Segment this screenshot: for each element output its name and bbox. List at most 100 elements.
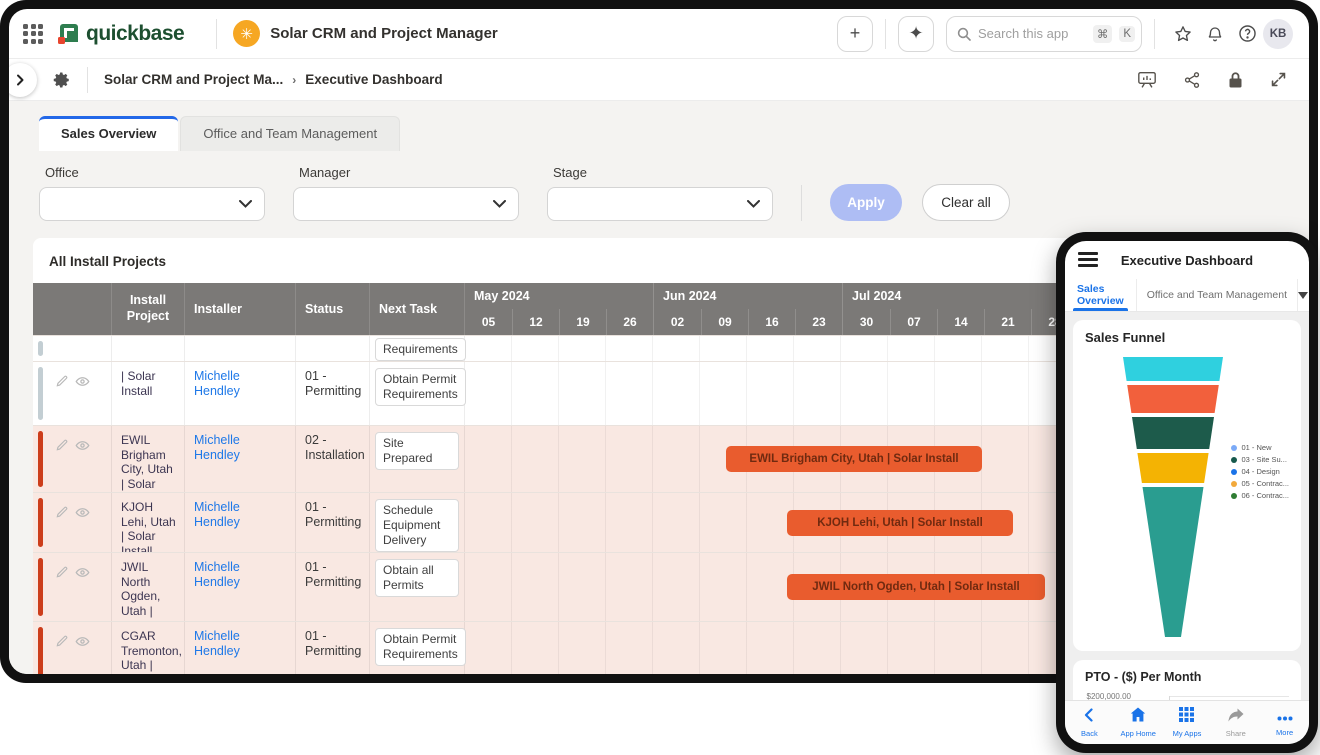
nav-app-home[interactable]: App Home [1114,701,1163,744]
nav-back[interactable]: Back [1065,701,1114,744]
next-task-box[interactable]: Obtain Permit Requirements [375,628,466,666]
legend-label: 03 - Site Su... [1241,455,1286,464]
cell-install-project: EWIL Brigham City, Utah | Solar Install [112,426,185,492]
back-icon [1082,708,1096,727]
filter-field-stage: Stage [547,165,773,221]
header-installer[interactable]: Installer [185,283,296,335]
header-status[interactable]: Status [296,283,370,335]
filter-select-stage[interactable] [547,187,773,221]
month-label: May 2024 [465,283,653,309]
week-tick: 09 [701,309,748,335]
edit-pencil-icon[interactable] [55,438,69,453]
present-mode-icon[interactable] [1137,71,1157,89]
more-icon [1277,708,1293,726]
header-next-task[interactable]: Next Task [370,283,465,335]
tab-sales-overview[interactable]: Sales Overview [39,116,178,151]
cell-installer-link[interactable]: Michelle Hendley [185,493,296,552]
divider [216,19,217,49]
row-indicator [38,558,43,616]
gridline [1169,696,1289,697]
legend-item: 04 - Design [1231,467,1289,476]
row-icons [55,634,90,649]
view-eye-icon[interactable] [75,374,90,389]
clear-all-button[interactable]: Clear all [922,184,1010,221]
add-button[interactable]: + [837,16,873,52]
hamburger-menu-icon[interactable] [1078,252,1098,270]
cell-installer-link[interactable]: Michelle Hendley [185,622,296,674]
nav-label: App Home [1120,729,1155,738]
help-icon[interactable] [1231,18,1263,50]
row-icons [55,565,90,580]
divider [801,185,802,221]
settings-gear-icon[interactable] [53,71,71,89]
cell-status: 01 - Permitting [296,493,370,552]
gantt-bar[interactable]: EWIL Brigham City, Utah | Solar Install [726,446,982,472]
search-icon [957,27,971,41]
cell-installer-link[interactable]: Michelle Hendley [185,362,296,425]
cell-installer-link[interactable] [185,336,296,361]
nav-more[interactable]: More [1260,701,1309,744]
filter-select-office[interactable] [39,187,265,221]
sidebar-expand-button[interactable] [9,63,37,97]
edit-pencil-icon[interactable] [55,565,69,580]
next-task-box[interactable]: Schedule Equipment Delivery [375,499,459,552]
app-switcher-icon[interactable] [23,24,43,44]
mobile-tab-sales-overview[interactable]: Sales Overview [1065,279,1136,311]
gantt-bar[interactable]: JWIL North Ogden, Utah | Solar Install [787,574,1045,600]
search-input[interactable] [978,26,1086,41]
apply-button[interactable]: Apply [830,184,902,221]
next-task-box[interactable]: Obtain Permit Requirements [375,368,466,406]
filter-select-manager[interactable] [293,187,519,221]
edit-pencil-icon[interactable] [55,634,69,649]
cell-install-project: JWIL North Ogden, Utah | Solar Install [112,553,185,621]
nav-my-apps[interactable]: My Apps [1163,701,1212,744]
gantt-bar[interactable]: KJOH Lehi, Utah | Solar Install [787,510,1013,536]
nav-share[interactable]: Share [1211,701,1260,744]
funnel-legend: 01 - New03 - Site Su...04 - Design05 - C… [1231,443,1289,503]
filter-bar: OfficeManagerStage Apply Clear all [9,151,1309,221]
mobile-tabs-dropdown-icon[interactable] [1297,279,1309,311]
mobile-header: Executive Dashboard [1065,241,1309,279]
edit-pencil-icon[interactable] [55,505,69,520]
mobile-preview-frame: Executive Dashboard Sales Overview Offic… [1056,232,1318,753]
home-icon [1130,707,1146,727]
favorites-star-icon[interactable] [1167,18,1199,50]
mobile-bottom-nav: Back App Home My AppsShare More [1065,700,1309,744]
legend-label: 04 - Design [1241,467,1279,476]
cmd-keycap: ⌘ [1093,25,1113,43]
search-box[interactable]: ⌘ K [946,16,1142,52]
next-task-box[interactable]: Obtain all Permits [375,559,459,597]
pto-y-axis [1169,696,1170,700]
next-task-box[interactable]: Requirements [375,338,466,361]
lock-icon[interactable] [1227,71,1244,89]
month-group: May 202405121926 [465,283,653,335]
month-group: Jul 20243007142128 [842,283,1078,335]
share-icon [1228,708,1244,727]
cell-installer-link[interactable]: Michelle Hendley [185,553,296,621]
edit-pencil-icon[interactable] [55,374,69,389]
legend-item: 01 - New [1231,443,1289,452]
tab-office-team-management[interactable]: Office and Team Management [180,116,400,151]
header-install-project[interactable]: Install Project [112,283,185,335]
view-eye-icon[interactable] [75,565,90,580]
notifications-bell-icon[interactable] [1199,18,1231,50]
cell-next-task: Obtain all Permits [370,553,465,621]
quickbase-logo[interactable]: quickbase [57,22,184,46]
header-icons-col [33,283,112,335]
user-avatar[interactable]: KB [1263,19,1293,49]
next-task-box[interactable]: Site Prepared [375,432,459,470]
view-eye-icon[interactable] [75,438,90,453]
ai-sparkle-button[interactable]: ✦ [898,16,934,52]
sales-funnel-card: Sales Funnel 01 - New03 - Site Su...04 -… [1073,320,1301,651]
breadcrumb-app[interactable]: Solar CRM and Project Ma... [104,72,283,87]
cell-installer-link[interactable]: Michelle Hendley [185,426,296,492]
nav-label: More [1276,728,1293,737]
view-eye-icon[interactable] [75,505,90,520]
share-icon[interactable] [1183,71,1201,89]
legend-dot [1231,445,1237,451]
mobile-tab-office-team[interactable]: Office and Team Management [1136,279,1297,311]
divider [87,67,88,93]
fullscreen-icon[interactable] [1270,71,1287,88]
week-row: 02091623 [654,309,842,335]
view-eye-icon[interactable] [75,634,90,649]
